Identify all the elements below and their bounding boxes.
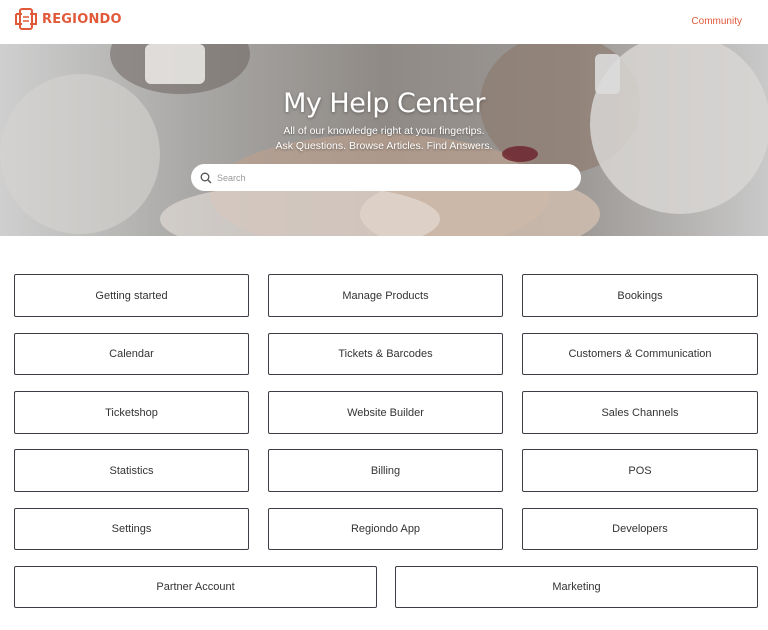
category-developers[interactable]: Developers (522, 508, 758, 550)
hero-subtitle-line2: Ask Questions. Browse Articles. Find Ans… (275, 140, 493, 152)
category-billing[interactable]: Billing (268, 449, 503, 492)
hero-banner: My Help Center All of our knowledge righ… (0, 44, 768, 236)
category-website-builder[interactable]: Website Builder (268, 391, 503, 434)
category-tickets-barcodes[interactable]: Tickets & Barcodes (268, 333, 503, 375)
category-statistics[interactable]: Statistics (14, 449, 249, 492)
category-regiondo-app[interactable]: Regiondo App (268, 508, 503, 550)
regiondo-logo-icon (15, 8, 37, 30)
hero-title: My Help Center (283, 88, 485, 119)
category-sales-channels[interactable]: Sales Channels (522, 391, 758, 434)
community-link[interactable]: Community (691, 16, 742, 27)
category-manage-products[interactable]: Manage Products (268, 274, 503, 317)
regiondo-logo[interactable]: REGIONDO (14, 8, 122, 30)
search-bar[interactable] (191, 164, 581, 191)
brand-name: REGIONDO (42, 11, 122, 27)
category-calendar[interactable]: Calendar (14, 333, 249, 375)
search-input[interactable] (217, 172, 557, 183)
hero-subtitle-line1: All of our knowledge right at your finge… (283, 125, 485, 137)
search-icon (200, 172, 212, 183)
category-getting-started[interactable]: Getting started (14, 274, 249, 317)
category-pos[interactable]: POS (522, 449, 758, 492)
site-header: REGIONDO Community (0, 0, 768, 44)
category-marketing[interactable]: Marketing (395, 566, 758, 608)
category-settings[interactable]: Settings (14, 508, 249, 550)
category-ticketshop[interactable]: Ticketshop (14, 391, 249, 434)
category-partner-account[interactable]: Partner Account (14, 566, 377, 608)
category-customers-communication[interactable]: Customers & Communication (522, 333, 758, 375)
category-bookings[interactable]: Bookings (522, 274, 758, 317)
